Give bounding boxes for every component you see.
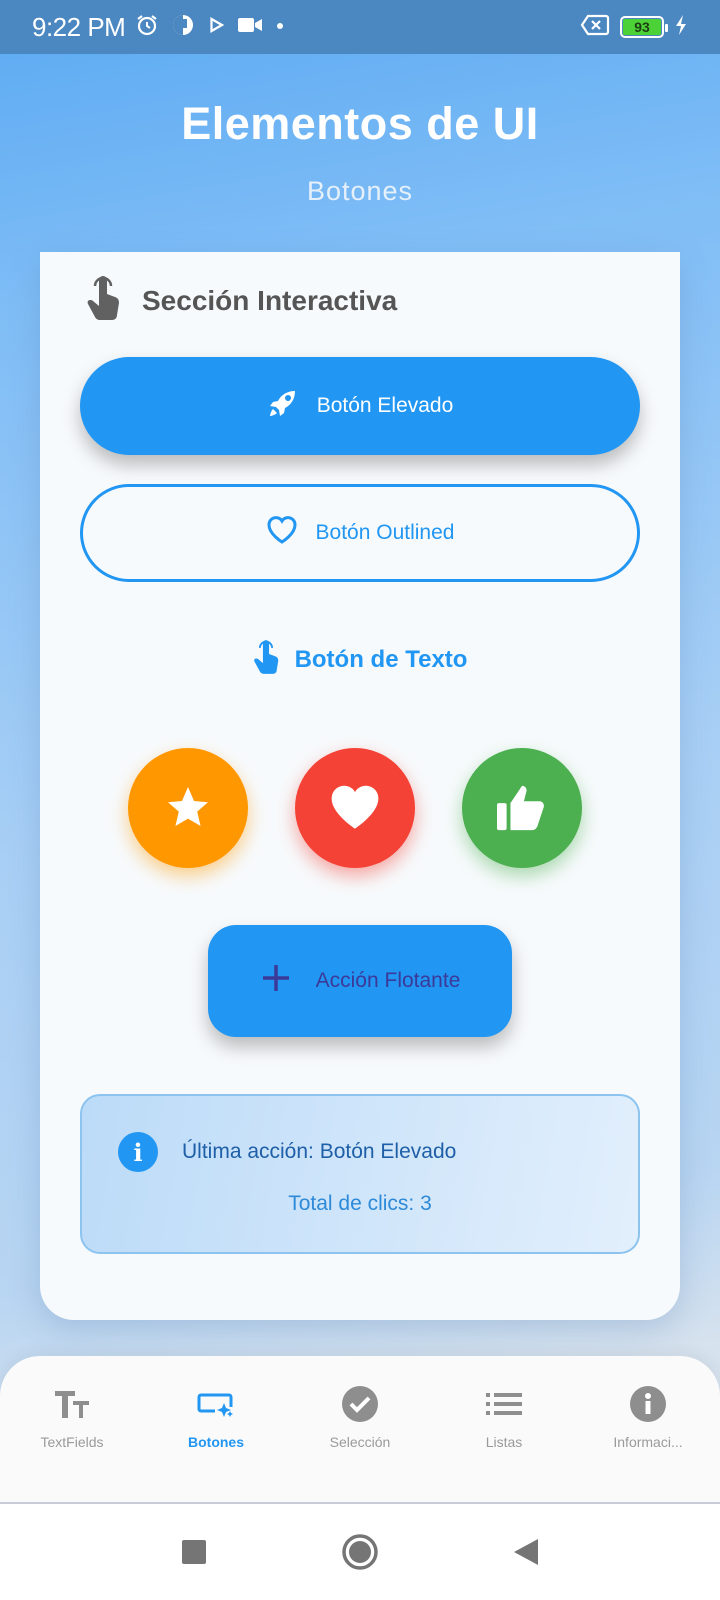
- touch-icon: [253, 639, 279, 681]
- play-icon: [207, 16, 225, 39]
- fab-label: Acción Flotante: [315, 969, 461, 992]
- status-right: 93: [580, 14, 688, 41]
- status-icons-left: [135, 13, 285, 42]
- status-bar: 9:22 PM 93: [0, 0, 720, 54]
- star-icon: [164, 783, 212, 834]
- touch-icon: [86, 276, 120, 325]
- info-icon: i: [118, 1132, 158, 1172]
- outlined-button[interactable]: Botón Outlined: [80, 484, 640, 582]
- nav-item-textfields[interactable]: TextFields: [0, 1384, 144, 1450]
- interactive-card: Sección Interactiva Botón Elevado Botón …: [40, 252, 680, 1320]
- battery-icon: 93: [620, 16, 668, 38]
- nav-item-listas[interactable]: Listas: [432, 1384, 576, 1450]
- alarm-icon: [135, 13, 159, 42]
- smart-button-icon: [144, 1384, 288, 1424]
- nav-label-seleccion: Selección: [329, 1434, 391, 1450]
- total-clicks-text: Total de clics: 3: [288, 1192, 432, 1215]
- nav-label-listas: Listas: [485, 1434, 523, 1450]
- system-navigation-bar: [0, 1504, 720, 1600]
- recents-icon[interactable]: [174, 1532, 214, 1572]
- bottom-navigation: TextFields Botones Selección Listas Info…: [0, 1356, 720, 1504]
- dot-icon: [275, 18, 285, 36]
- status-time: 9:22 PM: [32, 11, 126, 42]
- info-icon: [576, 1384, 720, 1424]
- rocket-icon: [267, 387, 299, 425]
- page-title: Elementos de UI: [181, 98, 539, 149]
- nav-label-botones: Botones: [188, 1434, 244, 1450]
- battery-level: 93: [623, 19, 661, 35]
- thumb-up-icon: [494, 782, 550, 835]
- video-icon: [237, 15, 263, 40]
- check-circle-icon: [288, 1384, 432, 1424]
- heart-button[interactable]: [295, 748, 415, 868]
- text-fields-icon: [0, 1384, 144, 1424]
- text-button-label: Botón de Texto: [294, 646, 468, 673]
- nav-label-textfields: TextFields: [40, 1434, 104, 1450]
- plus-icon: [260, 962, 292, 1000]
- nav-item-seleccion[interactable]: Selección: [288, 1384, 432, 1450]
- outlined-button-label: Botón Outlined: [315, 521, 455, 544]
- text-button[interactable]: Botón de Texto: [210, 630, 510, 690]
- section-title: Sección Interactiva: [142, 284, 398, 316]
- back-icon[interactable]: [506, 1532, 546, 1572]
- charging-icon: [674, 14, 688, 41]
- floating-action-button[interactable]: Acción Flotante: [208, 925, 512, 1037]
- section-header: Sección Interactiva: [86, 276, 397, 325]
- heart-outline-icon: [266, 515, 298, 551]
- elevated-button[interactable]: Botón Elevado: [80, 357, 640, 455]
- last-action-text: Última acción: Botón Elevado: [182, 1140, 457, 1163]
- info-panel: i Última acción: Botón Elevado Total de …: [80, 1094, 640, 1254]
- nav-label-informacion: Informaci...: [613, 1434, 683, 1450]
- info-row: i Última acción: Botón Elevado: [118, 1132, 456, 1172]
- nav-item-botones[interactable]: Botones: [144, 1384, 288, 1450]
- home-icon[interactable]: [340, 1532, 380, 1572]
- heart-icon: [328, 782, 382, 835]
- page-subtitle: Botones: [306, 176, 414, 206]
- thumb-up-button[interactable]: [462, 748, 582, 868]
- star-button[interactable]: [128, 748, 248, 868]
- sim-icon: [580, 14, 610, 41]
- app-icon: [171, 13, 195, 42]
- elevated-button-label: Botón Elevado: [316, 394, 454, 417]
- nav-item-informacion[interactable]: Informaci...: [576, 1384, 720, 1450]
- list-icon: [432, 1384, 576, 1424]
